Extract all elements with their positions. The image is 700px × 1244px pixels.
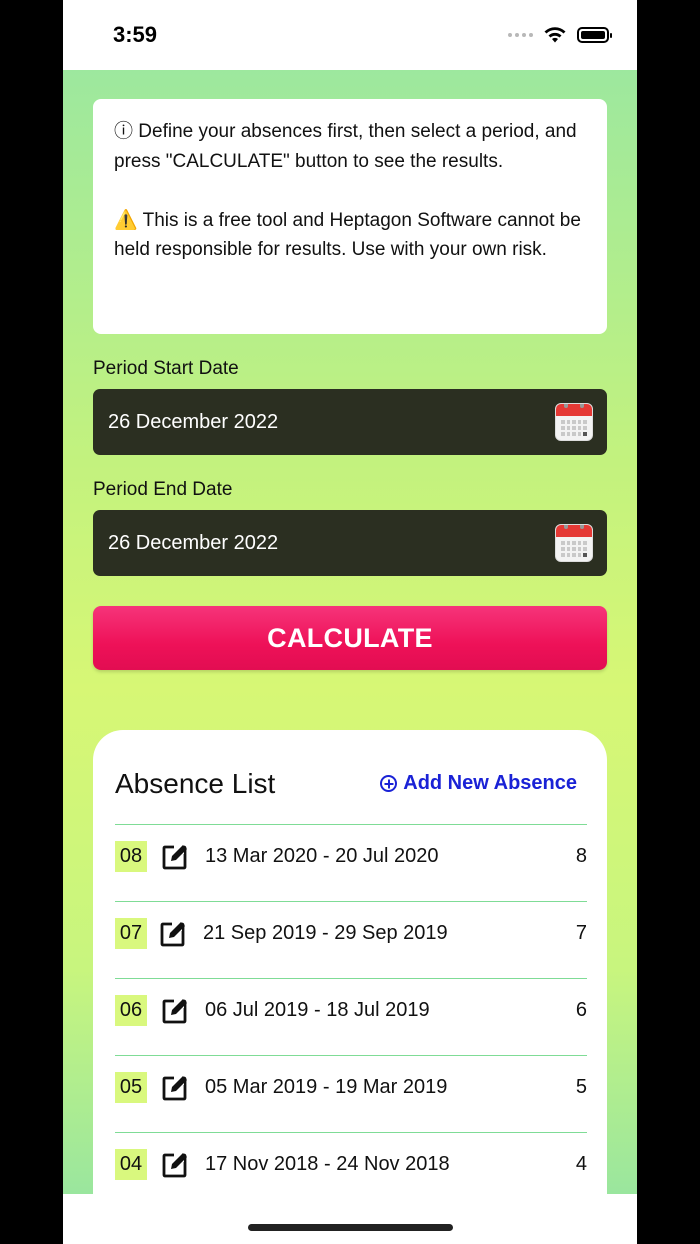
absence-days: 7: [575, 922, 587, 944]
absence-number: 05: [115, 1072, 147, 1103]
period-start-label: Period Start Date: [93, 358, 239, 379]
absence-number: 08: [115, 841, 147, 872]
add-new-absence-button[interactable]: Add New Absence: [380, 772, 577, 795]
wifi-icon: [544, 27, 566, 43]
status-time: 3:59: [113, 22, 158, 47]
edit-icon[interactable]: [162, 1073, 190, 1101]
absence-days: 4: [575, 1153, 587, 1175]
absence-days: 5: [575, 1076, 587, 1098]
edit-icon[interactable]: [162, 1150, 190, 1178]
absence-list-panel: Absence List Add New Absence 08 13 Mar 2…: [93, 730, 607, 1230]
absence-dates: 13 Mar 2020 - 20 Jul 2020: [205, 845, 439, 867]
absence-row[interactable]: 05 05 Mar 2019 - 19 Mar 2019 5: [115, 1055, 587, 1132]
calculate-button[interactable]: CALCULATE: [93, 606, 607, 670]
period-end-value: 26 December 2022: [108, 531, 279, 554]
calendar-icon[interactable]: [555, 524, 593, 562]
calendar-icon[interactable]: [555, 403, 593, 441]
absence-days: 6: [575, 999, 587, 1021]
edit-icon[interactable]: [162, 996, 190, 1024]
absence-number: 06: [115, 995, 147, 1026]
status-bar: 3:59: [63, 0, 637, 70]
absence-dates: 06 Jul 2019 - 18 Jul 2019: [205, 999, 430, 1021]
add-circle-icon: [380, 775, 398, 792]
info-instructions: ⓘ Define your absences first, then selec…: [114, 121, 577, 172]
absence-row[interactable]: 07 21 Sep 2019 - 29 Sep 2019 7: [115, 901, 587, 978]
phone-screen: 3:59 ⓘ Define your absences first, then …: [63, 0, 637, 1244]
add-new-absence-label: Add New Absence: [403, 772, 577, 794]
period-end-field[interactable]: 26 December 2022: [93, 510, 607, 576]
info-disclaimer: ⚠️ This is a free tool and Heptagon Soft…: [114, 209, 581, 261]
absence-days: 8: [575, 845, 587, 867]
absence-dates: 05 Mar 2019 - 19 Mar 2019: [205, 1076, 448, 1098]
absence-row[interactable]: 06 06 Jul 2019 - 18 Jul 2019 6: [115, 978, 587, 1055]
home-indicator-area: [63, 1194, 637, 1244]
period-start-value: 26 December 2022: [108, 410, 279, 433]
absence-number: 04: [115, 1149, 147, 1180]
battery-icon: [577, 27, 612, 43]
home-indicator[interactable]: [248, 1224, 453, 1231]
edit-icon[interactable]: [162, 842, 190, 870]
absence-dates: 17 Nov 2018 - 24 Nov 2018: [205, 1153, 450, 1175]
signal-icon: [508, 33, 533, 37]
status-icons: [508, 26, 612, 44]
absence-number: 07: [115, 918, 147, 949]
period-start-field[interactable]: 26 December 2022: [93, 389, 607, 455]
edit-icon[interactable]: [160, 919, 188, 947]
main-content[interactable]: ⓘ Define your absences first, then selec…: [63, 70, 637, 1230]
absence-dates: 21 Sep 2019 - 29 Sep 2019: [203, 922, 448, 944]
absence-row[interactable]: 08 13 Mar 2020 - 20 Jul 2020 8: [115, 824, 587, 901]
info-card: ⓘ Define your absences first, then selec…: [93, 99, 607, 334]
absence-list-title: Absence List: [115, 768, 276, 799]
period-end-label: Period End Date: [93, 479, 233, 500]
